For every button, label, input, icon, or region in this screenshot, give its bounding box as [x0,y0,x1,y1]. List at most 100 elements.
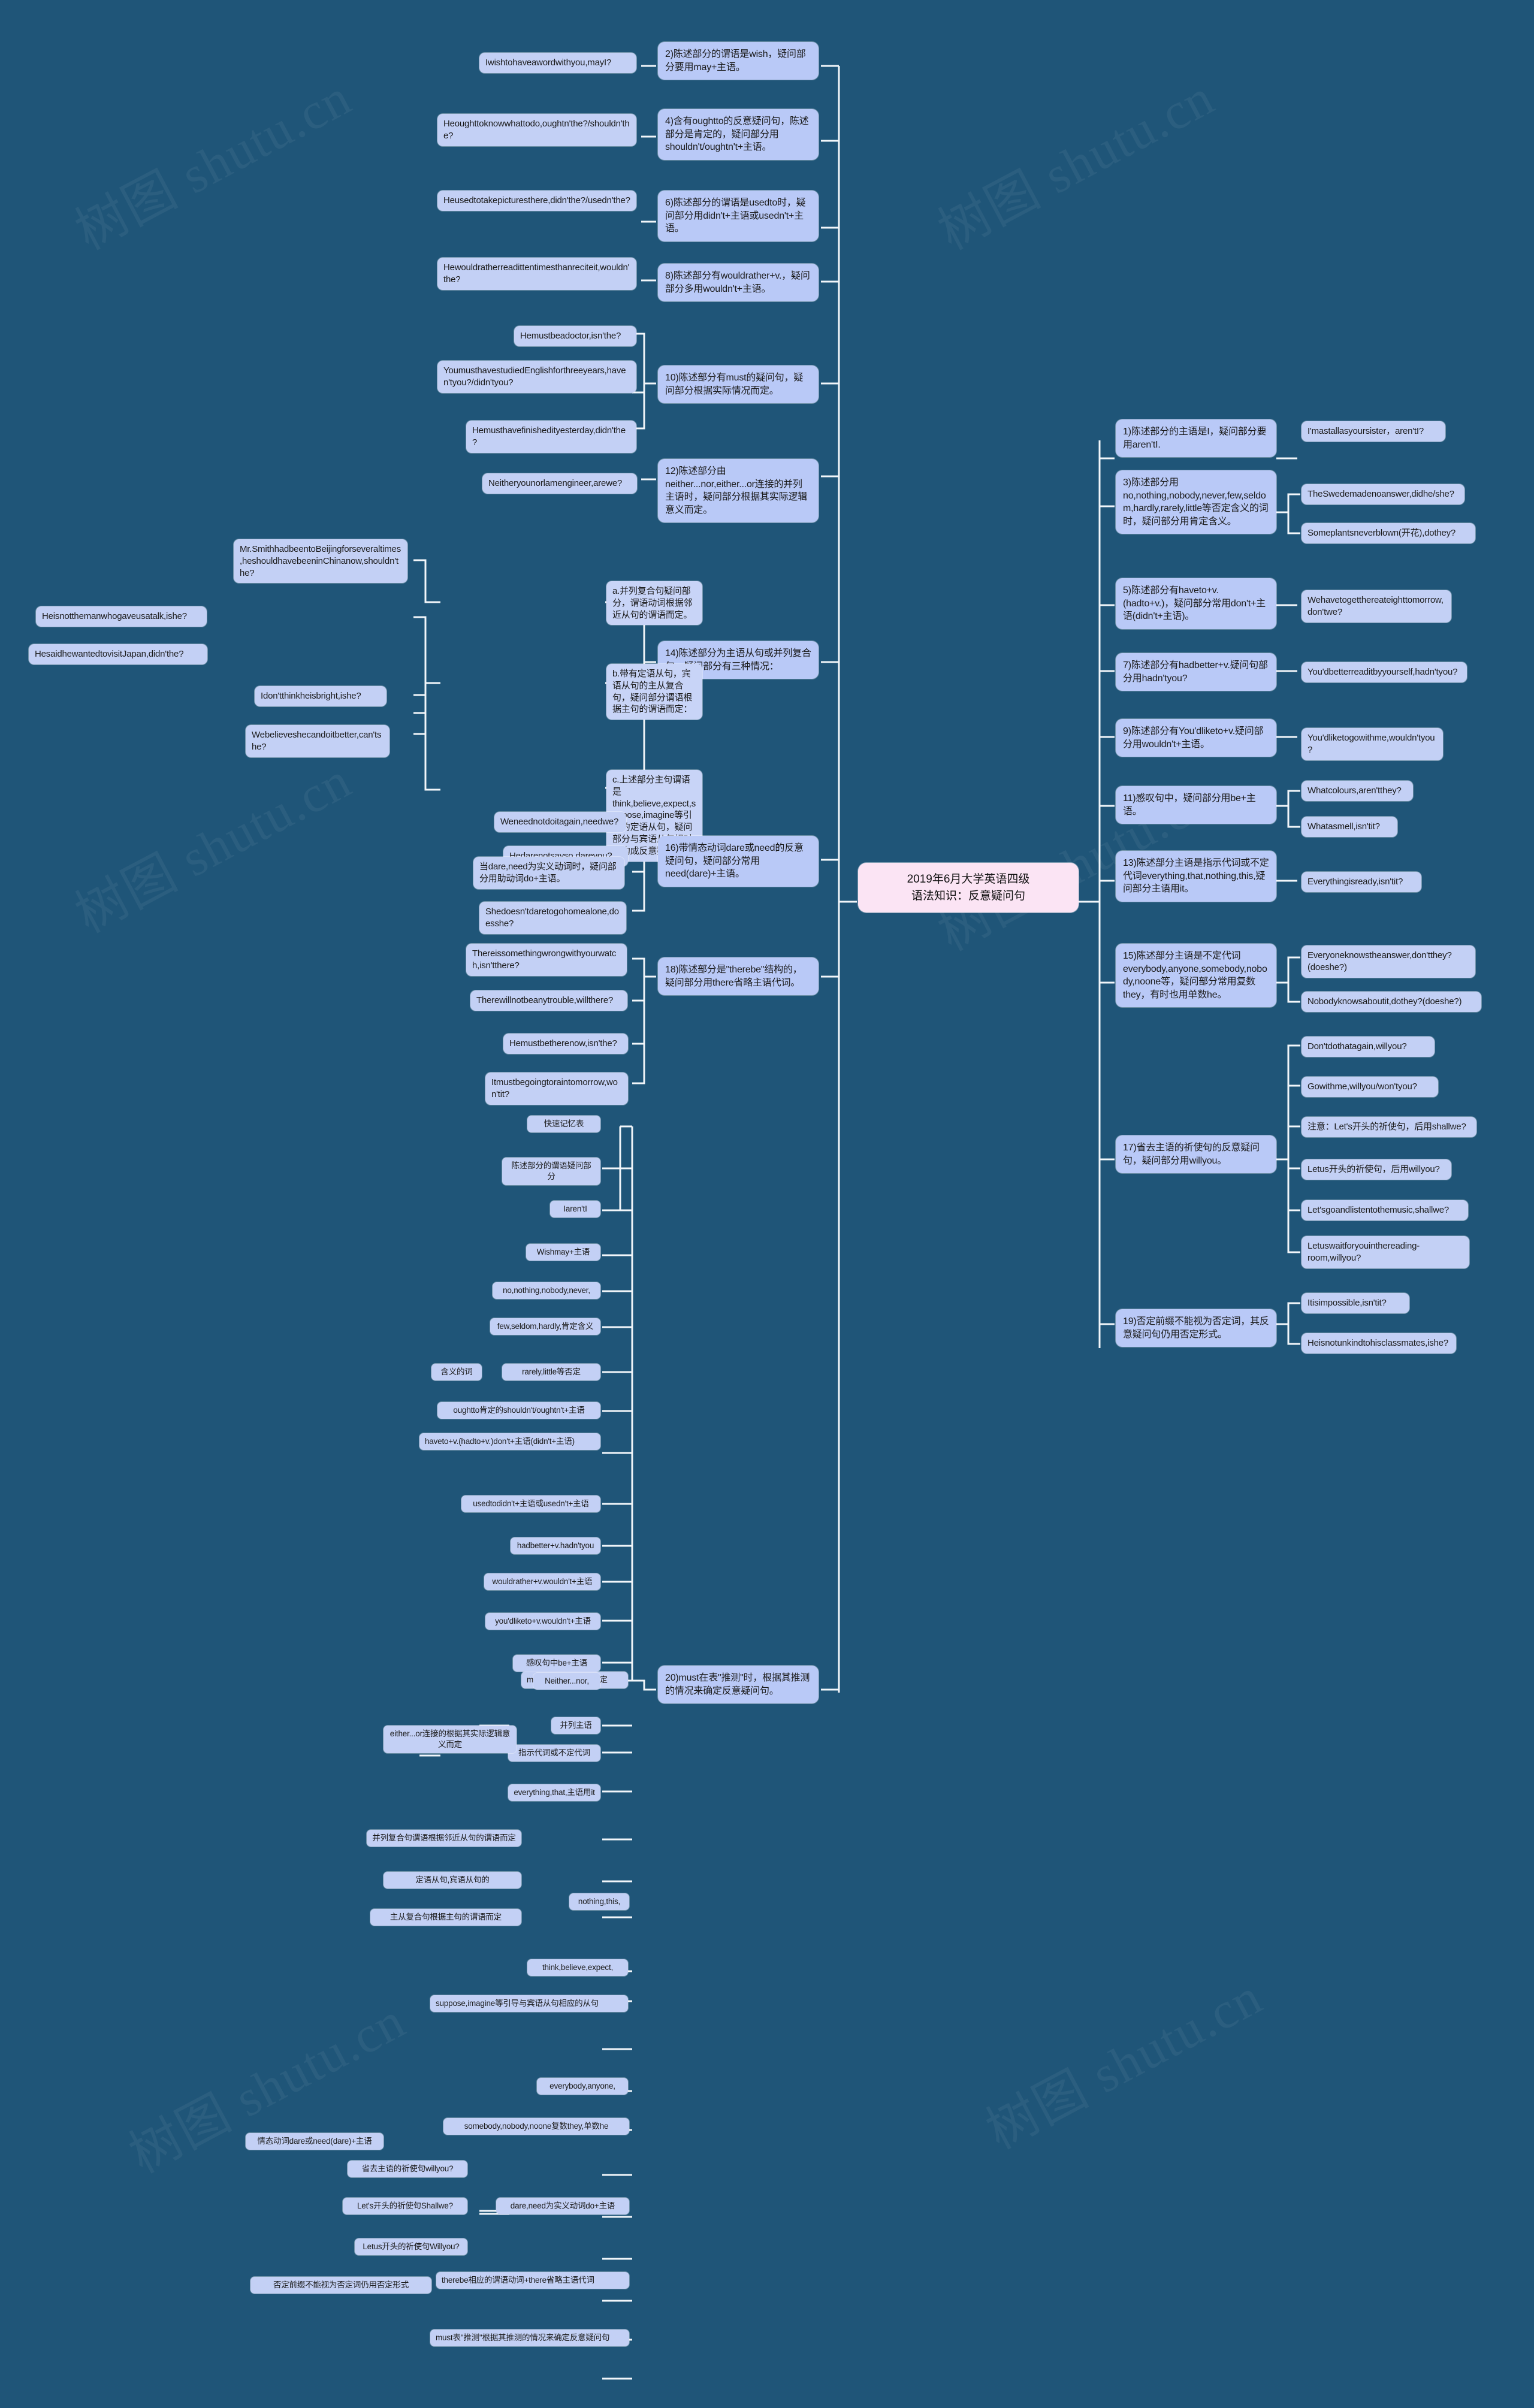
memory-row[interactable]: 否定前缀不能视为否定词仍用否定形式 [250,2277,431,2294]
rule-node-18[interactable]: 18)陈述部分是"therebe"结构的，疑问部分用there省略主语代词。 [658,957,819,996]
example-node[interactable]: You'dbetterreaditbyyourself,hadn'tyou? [1302,662,1467,682]
memory-row[interactable]: haveto+v.(hadto+v.)don't+主语(didn't+主语) [419,1433,600,1450]
example-node[interactable]: Weneednotdoitagain,needwe? [494,812,626,832]
memory-row[interactable]: few,seldom,hardly,肯定含义 [490,1318,600,1335]
rule-node-6[interactable]: 6)陈述部分的谓语是usedto时，疑问部分用didn't+主语或usedn't… [658,191,819,241]
example-node[interactable]: Wehavetogetthereateighttomorrow,don'twe? [1302,590,1451,623]
example-node[interactable]: Someplantsneverblown(开花),dothey? [1302,523,1475,543]
memory-row[interactable]: Letus开头的祈使句Willyou? [355,2238,467,2255]
memory-row-group[interactable]: therebe相应的谓语动词+there省略主语代词 [436,2272,629,2289]
memory-row[interactable]: everything,that,主语用it [508,1784,600,1801]
rule-node-3[interactable]: 3)陈述部分用no,nothing,nobody,never,few,seldo… [1116,470,1276,534]
rule-node-14b[interactable]: b.带有定语从句，宾语从句的主从复合句，疑问部分谓语根据主句的谓语而定： [606,664,702,720]
example-node[interactable]: Letus开头的祈使句，后用willyou? [1302,1159,1451,1180]
example-node[interactable]: Whatcolours,aren'tthey? [1302,781,1413,801]
memory-row[interactable]: must表"推测"根据其推测的情况来确定反意疑问句 [430,2330,629,2346]
memory-row[interactable]: everybody,anyone, [537,2078,628,2095]
memory-row[interactable]: think,believe,expect, [527,1959,628,1976]
memory-row[interactable]: rarely,little等否定 [502,1364,600,1380]
rule-node-14a[interactable]: a.并列复合句疑问部分，谓语动词根据邻近从句的谓语而定。 [606,581,702,626]
example-node[interactable]: Shedoesn'tdaretogohomealone,doesshe? [479,902,626,934]
example-node[interactable]: Itmustbegoingtoraintomorrow,won'tit? [485,1072,628,1105]
example-node[interactable]: HesaidhewantedtovisitJapan,didn'the? [29,644,207,664]
example-node[interactable]: Everyoneknowstheanswer,don'tthey?(doeshe… [1302,945,1475,978]
example-node[interactable]: 当dare,need为实义动词时，疑问部分用助动词do+主语。 [473,857,624,889]
memory-row-group[interactable]: either...or连接的根据其实际逻辑意义而定 [384,1726,517,1753]
memory-row[interactable]: 并列主语 [551,1717,600,1734]
example-node[interactable]: Thereissomethingwrongwithyourwatch,isn't… [466,944,627,976]
watermark: 树图 shutu.cn [66,68,361,261]
rule-node-12[interactable]: 12)陈述部分由neither...nor,either...or连接的并列主语… [658,459,819,523]
memory-row[interactable]: 情态动词dare或need(dare)+主语 [246,2133,384,2150]
rule-node-9[interactable]: 9)陈述部分有You'dliketo+v.疑问部分用wouldn't+主语。 [1116,719,1276,757]
example-node[interactable]: TheSwedemadenoanswer,didhe/she? [1302,484,1464,504]
rule-node-2[interactable]: 2)陈述部分的谓语是wish，疑问部分要用may+主语。 [658,42,819,80]
example-node[interactable]: Itisimpossible,isn'tit? [1302,1293,1409,1313]
memory-row[interactable]: no,nothing,nobody,never, [493,1282,600,1299]
example-node[interactable]: Heisnotunkindtohisclassmates,ishe? [1302,1333,1456,1353]
example-node[interactable]: Heisnotthemanwhogaveusatalk,ishe? [36,606,207,627]
example-node[interactable]: I'mastallasyoursister，aren'tI? [1302,421,1445,442]
example-node[interactable]: Heusedtotakepicturesthere,didn'the?/used… [437,191,636,211]
rule-node-15[interactable]: 15)陈述部分主语是不定代词everybody,anyone,somebody,… [1116,944,1276,1008]
example-node[interactable]: Neitheryounorlamengineer,arewe? [482,473,637,494]
example-node[interactable]: Hemustbeadoctor,isn'the? [514,326,636,346]
memory-table-header[interactable]: 陈述部分的谓语疑问部分 [502,1158,600,1185]
memory-row[interactable]: 感叹句中be+主语 [513,1655,600,1672]
memory-row[interactable]: suppose,imagine等引导与宾语从句相应的从句 [430,1995,628,2012]
memory-row-group[interactable]: 含义的词 [431,1364,482,1380]
rule-node-16[interactable]: 16)带情态动词dare或need的反意疑问句，疑问部分常用need(dare)… [658,836,819,887]
example-node[interactable]: Don'tdothatagain,willyou? [1302,1037,1435,1057]
example-node[interactable]: Letuswaitforyouinthereading-room,willyou… [1302,1236,1469,1268]
example-node[interactable]: Mr.SmithhadbeentoBeijingforseveraltimes,… [234,539,407,584]
memory-row[interactable]: 省去主语的祈使句willyou? [348,2161,467,2177]
rule-node-10[interactable]: 10)陈述部分有must的疑问句，疑问部分根据实际情况而定。 [658,365,819,404]
example-node[interactable]: Hemusthavefinishedityesterday,didn'the? [466,421,636,453]
example-node[interactable]: You'dliketogowithme,wouldn'tyou? [1302,728,1443,760]
rule-node-1[interactable]: 1)陈述部分的主语是I，疑问部分要用aren'tI. [1116,419,1276,458]
rule-node-13[interactable]: 13)陈述部分主语是指示代词或不定代词everything,that,nothi… [1116,851,1276,902]
rule-node-8[interactable]: 8)陈述部分有wouldrather+v.，疑问部分多用wouldn't+主语。 [658,264,819,302]
memory-row-group[interactable]: dare,need为实义动词do+主语 [496,2198,629,2214]
example-node[interactable]: YoumusthavestudiedEnglishforthreeyears,h… [437,361,636,393]
example-node[interactable]: Gowithme,willyou/won'tyou? [1302,1077,1438,1097]
memory-row[interactable]: 主从复合句根据主句的谓语而定 [370,1909,521,1926]
memory-row[interactable]: 指示代词或不定代词 [508,1745,600,1762]
memory-row[interactable]: 并列复合句谓语根据邻近从句的谓语而定 [367,1830,521,1847]
example-node[interactable]: 注意：Let's开头的祈使句，后用shallwe? [1302,1117,1476,1137]
memory-row-group[interactable]: somebody,nobody,noone复数they,单数he [443,2118,629,2135]
rule-node-7[interactable]: 7)陈述部分有hadbetter+v.疑问句部分用hadn'tyou? [1116,653,1276,691]
memory-row[interactable]: usedtodidn't+主语或usedn't+主语 [461,1495,600,1512]
memory-row[interactable]: wouldrather+v.wouldn't+主语 [484,1573,600,1590]
example-node[interactable]: Whatasmell,isn'tit? [1302,817,1397,837]
example-node[interactable]: Heoughttoknowwhattodo,oughtn'the?/should… [437,114,636,146]
rule-node-17[interactable]: 17)省去主语的祈使句的反意疑问句，疑问部分用willyou。 [1116,1135,1276,1174]
example-node[interactable]: Therewillnotbeanytrouble,willthere? [470,990,627,1011]
memory-row[interactable]: Neither...nor, [533,1673,600,1690]
rule-node-20[interactable]: 20)must在表"推测"时，根据其推测的情况来确定反意疑问句。 [658,1666,819,1704]
memory-row[interactable]: 定语从句,宾语从句的 [384,1872,521,1889]
rule-node-4[interactable]: 4)含有oughtto的反意疑问句，陈述部分是肯定的，疑问部分用shouldn'… [658,109,819,160]
example-node[interactable]: Everythingisready,isn'tit? [1302,872,1421,892]
example-node[interactable]: Idon'tthinkheisbright,ishe? [255,686,386,706]
example-node[interactable]: Webelieveshecandoitbetter,can'tshe? [246,725,389,757]
root-title-line1: 2019年6月大学英语四级 [907,873,1030,886]
memory-row[interactable]: Let's开头的祈使句Shallwe? [343,2198,467,2214]
root-title-line2: 语法知识：反意疑问句 [911,889,1025,902]
watermark: 树图 shutu.cn [66,751,361,944]
example-node[interactable]: Iwishtohaveawordwithyou,mayI? [479,53,636,73]
memory-table-title[interactable]: 快速记忆表 [527,1116,600,1132]
memory-row[interactable]: hadbetter+v.hadn'tyou [511,1537,600,1554]
rule-node-19[interactable]: 19)否定前缀不能视为否定词，其反意疑问句仍用否定形式。 [1116,1309,1276,1347]
memory-row-group[interactable]: nothing,this, [569,1893,629,1910]
memory-row[interactable]: Wishmay+主语 [526,1244,600,1261]
example-node[interactable]: Let'sgoandlistentothemusic,shallwe? [1302,1200,1468,1220]
rule-node-11[interactable]: 11)感叹句中，疑问部分用be+主语。 [1116,786,1276,824]
memory-row[interactable]: Iaren'tI [550,1201,600,1217]
rule-node-5[interactable]: 5)陈述部分有haveto+v.(hadto+v.)，疑问部分常用don't+主… [1116,578,1276,629]
memory-row[interactable]: you'dliketo+v.wouldn't+主语 [485,1613,600,1630]
memory-row[interactable]: oughtto肯定的shouldn't/oughtn't+主语 [437,1402,600,1419]
example-node[interactable]: Hewouldratherreadittentimesthanreciteit,… [437,258,636,290]
example-node[interactable]: Nobodyknowsaboutit,dothey?(doeshe?) [1302,992,1481,1012]
example-node[interactable]: Hemustbetherenow,isn'the? [503,1034,628,1054]
